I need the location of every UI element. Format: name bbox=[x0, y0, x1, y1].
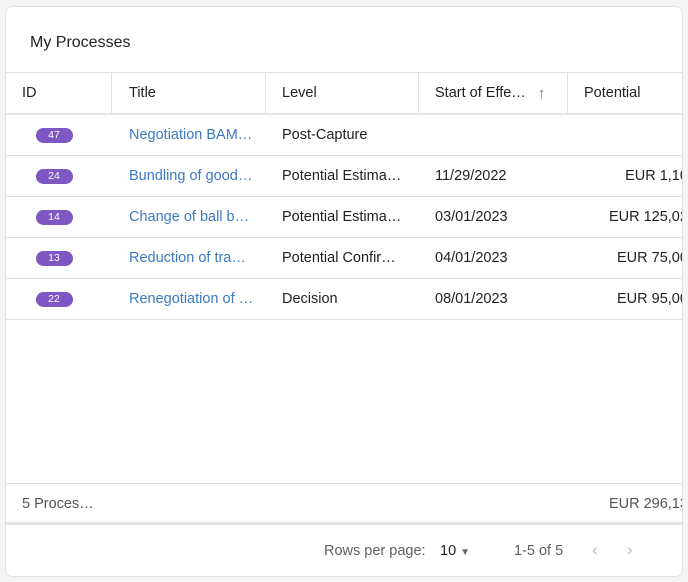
dropdown-arrow-icon: ▼ bbox=[460, 547, 471, 558]
id-badge: 24 bbox=[35, 168, 73, 184]
column-header-start[interactable]: Start of Effe… ↑ bbox=[419, 73, 568, 113]
title-link[interactable]: Renegotiation of … bbox=[129, 291, 253, 307]
id-badge: 22 bbox=[35, 291, 73, 307]
level-cell: Post-Capture bbox=[282, 127, 368, 143]
title-link[interactable]: Reduction of tra… bbox=[129, 250, 246, 266]
potential-cell: EUR 75,000 bbox=[617, 250, 682, 266]
level-cell: Potential Estima… bbox=[282, 168, 402, 184]
summary-row: 5 Proces… EUR 296,137 bbox=[6, 483, 682, 525]
title-cell: Renegotiation of … bbox=[112, 279, 266, 319]
level-cell: Potential Estima… bbox=[282, 209, 402, 225]
potential-cell: EUR 95,000 bbox=[617, 291, 682, 307]
potential-cell: EUR 125,029 bbox=[608, 209, 682, 225]
summary-count: 5 Proces… bbox=[22, 496, 94, 512]
rows-per-page-value: 10 bbox=[440, 543, 457, 559]
rows-per-page-select[interactable]: 10 ▼ bbox=[440, 543, 470, 559]
table-row[interactable]: 24 Bundling of good… Potential Estima… 1… bbox=[6, 156, 682, 197]
pagination: Rows per page: 10 ▼ 1-5 of 5 ‹ › bbox=[6, 525, 682, 576]
title-cell: Negotiation BAM… bbox=[112, 115, 266, 155]
level-cell: Potential Confir… bbox=[282, 250, 396, 266]
processes-card: My Processes ID Title Level Start of Eff… bbox=[5, 6, 683, 577]
table-row[interactable]: 22 Renegotiation of … Decision 08/01/202… bbox=[6, 279, 682, 320]
start-cell: 04/01/2023 bbox=[435, 250, 508, 266]
title-cell: Reduction of tra… bbox=[112, 238, 266, 278]
table-row[interactable]: 13 Reduction of tra… Potential Confir… 0… bbox=[6, 238, 682, 279]
potential-cell bbox=[568, 115, 682, 155]
summary-total: EUR 296,137 bbox=[608, 496, 682, 512]
card-title: My Processes bbox=[30, 34, 131, 51]
potential-cell: EUR 1,108 bbox=[625, 168, 682, 184]
rows-per-page-label: Rows per page: bbox=[324, 543, 426, 559]
sort-ascending-icon[interactable]: ↑ bbox=[538, 85, 546, 102]
previous-page-icon[interactable]: ‹ bbox=[592, 540, 598, 560]
start-cell: 08/01/2023 bbox=[435, 291, 508, 307]
column-header-id[interactable]: ID bbox=[6, 73, 112, 113]
id-cell: 47 bbox=[6, 115, 112, 155]
title-cell: Change of ball b… bbox=[112, 197, 266, 237]
table-header: ID Title Level Start of Effe… ↑ Potential bbox=[6, 73, 682, 115]
id-cell: 24 bbox=[6, 156, 112, 196]
title-link[interactable]: Negotiation BAM… bbox=[129, 127, 252, 143]
id-badge: 13 bbox=[35, 250, 73, 266]
column-header-potential[interactable]: Potential bbox=[568, 73, 682, 113]
start-cell bbox=[419, 115, 568, 155]
processes-table: ID Title Level Start of Effe… ↑ Potential… bbox=[6, 72, 682, 526]
table-row[interactable]: 14 Change of ball b… Potential Estima… 0… bbox=[6, 197, 682, 238]
table-row[interactable]: 47 Negotiation BAM… Post-Capture bbox=[6, 115, 682, 156]
column-header-title[interactable]: Title bbox=[112, 73, 266, 113]
start-cell: 03/01/2023 bbox=[435, 209, 508, 225]
next-page-icon[interactable]: › bbox=[627, 540, 633, 560]
start-cell: 11/29/2022 bbox=[435, 168, 507, 184]
column-header-level[interactable]: Level bbox=[266, 73, 419, 113]
title-link[interactable]: Bundling of good… bbox=[129, 168, 252, 184]
page-range: 1-5 of 5 bbox=[514, 543, 564, 559]
level-cell: Decision bbox=[282, 291, 338, 307]
title-link[interactable]: Change of ball b… bbox=[129, 209, 249, 225]
column-header-start-label: Start of Effe… bbox=[435, 85, 526, 101]
id-badge: 14 bbox=[35, 209, 73, 225]
id-cell: 14 bbox=[6, 197, 112, 237]
title-cell: Bundling of good… bbox=[112, 156, 266, 196]
id-badge: 47 bbox=[35, 127, 73, 143]
id-cell: 13 bbox=[6, 238, 112, 278]
id-cell: 22 bbox=[6, 279, 112, 319]
